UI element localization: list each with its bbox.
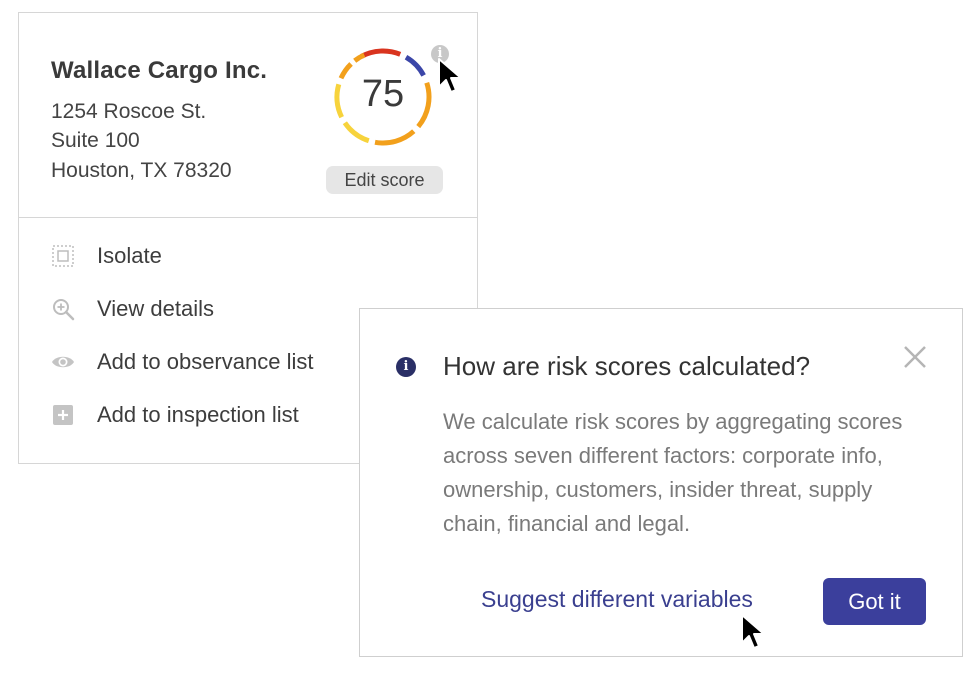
gauge-segment-orange-bottom bbox=[374, 129, 416, 146]
gauge-segment-orange-top bbox=[353, 52, 366, 63]
menu-item-isolate[interactable]: Isolate bbox=[19, 234, 477, 278]
menu-item-label: Add to inspection list bbox=[97, 402, 299, 427]
zoom-in-icon bbox=[53, 299, 75, 321]
edit-score-button[interactable]: Edit score bbox=[326, 166, 443, 194]
eye-icon bbox=[52, 356, 74, 368]
menu-item-label: Add to observance list bbox=[97, 349, 314, 374]
popover-body: We calculate risk scores by aggregating … bbox=[443, 409, 903, 536]
company-name: Wallace Cargo Inc. bbox=[51, 57, 268, 84]
risk-score-value: 75 bbox=[361, 73, 405, 115]
got-it-button[interactable]: Got it bbox=[823, 578, 926, 625]
suggest-variables-button[interactable]: Suggest different variables bbox=[481, 586, 753, 613]
gauge-segment-yellow-bottom bbox=[342, 121, 370, 144]
mouse-pointer-icon bbox=[438, 58, 462, 93]
plus-square-icon bbox=[53, 405, 73, 425]
isolate-icon bbox=[52, 245, 74, 267]
close-icon[interactable] bbox=[900, 342, 930, 372]
info-icon: i bbox=[396, 357, 416, 377]
gauge-segment-red bbox=[360, 48, 402, 59]
address-line-3: Houston, TX 78320 bbox=[51, 159, 232, 182]
address-line-2: Suite 100 bbox=[51, 129, 140, 152]
mouse-pointer-icon bbox=[741, 614, 765, 649]
card-header: Wallace Cargo Inc. 1254 Roscoe St. Suite… bbox=[19, 13, 477, 218]
address-line-1: 1254 Roscoe St. bbox=[51, 100, 207, 123]
risk-score-popover: i How are risk scores calculated? We cal… bbox=[359, 308, 963, 657]
popover-title: How are risk scores calculated? bbox=[443, 351, 811, 381]
menu-item-label: Isolate bbox=[97, 243, 162, 268]
menu-item-label: View details bbox=[97, 296, 214, 321]
